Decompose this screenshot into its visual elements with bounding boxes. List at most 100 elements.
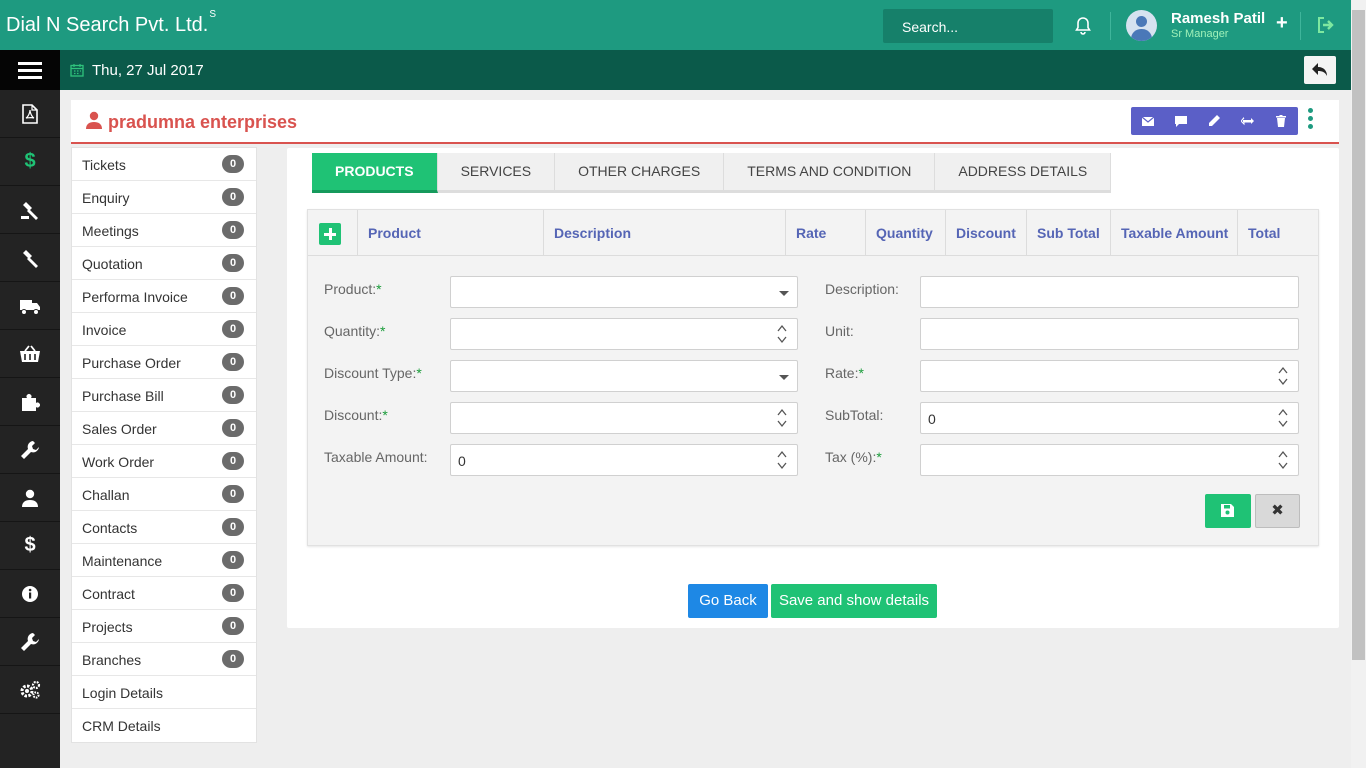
product-table-header: Product Description Rate Quantity Discou… (308, 210, 1318, 256)
record-side-menu: Tickets 0 Enquiry 0 Meetings 0 Quotation 0 P… (71, 147, 257, 743)
puzzle-icon[interactable] (0, 378, 60, 426)
discount-type-label: Discount Type:* (324, 365, 422, 381)
side-menu-item[interactable]: Work Order 0 (72, 445, 256, 478)
subtotal-input[interactable]: 0 (920, 402, 1299, 434)
spinner-icon[interactable] (777, 323, 787, 345)
edit-button[interactable] (1198, 107, 1231, 135)
side-menu-item[interactable]: Performa Invoice 0 (72, 280, 256, 313)
quantity-label: Quantity:* (324, 323, 386, 339)
delete-button[interactable] (1265, 107, 1298, 135)
tab-address-details[interactable]: ADDRESS DETAILS (935, 153, 1112, 193)
user-name[interactable]: Ramesh Patil (1171, 10, 1265, 27)
taxable-amount-label: Taxable Amount: (324, 449, 428, 465)
gavel-icon[interactable] (0, 234, 60, 282)
cancel-row-button[interactable]: ✖ (1255, 494, 1300, 528)
spinner-icon[interactable] (1278, 449, 1288, 471)
column-header: Description (543, 210, 631, 256)
current-date: Thu, 27 Jul 2017 (92, 62, 204, 79)
rate-input[interactable] (920, 360, 1299, 392)
tab-other-charges[interactable]: OTHER CHARGES (555, 153, 725, 193)
product-label: Product:* (324, 281, 382, 297)
refresh-button[interactable] (1231, 107, 1264, 135)
brand-text: Dial N Search Pvt. Ltd. (6, 14, 209, 36)
comment-icon (1175, 115, 1188, 127)
count-badge: 0 (222, 584, 244, 602)
logout-icon[interactable] (1316, 15, 1336, 35)
wrench-icon[interactable] (0, 426, 60, 474)
side-menu-item[interactable]: Branches 0 (72, 643, 256, 676)
spinner-icon[interactable] (777, 449, 787, 471)
side-menu-item[interactable]: Purchase Order 0 (72, 346, 256, 379)
tax-input[interactable] (920, 444, 1299, 476)
add-row-button[interactable] (319, 223, 341, 245)
discount-input[interactable] (450, 402, 798, 434)
spinner-icon[interactable] (1278, 407, 1288, 429)
side-menu-item[interactable]: Sales Order 0 (72, 412, 256, 445)
user-icon[interactable] (0, 474, 60, 522)
side-menu-item[interactable]: Purchase Bill 0 (72, 379, 256, 412)
column-header: Sub Total (1026, 210, 1100, 256)
file-pdf-icon[interactable] (0, 90, 60, 138)
back-button[interactable] (1304, 56, 1336, 84)
save-row-button[interactable] (1205, 494, 1251, 528)
more-options-icon[interactable] (1308, 108, 1314, 132)
tab-services[interactable]: SERVICES (437, 153, 556, 193)
menu-toggle-icon[interactable] (0, 50, 60, 90)
go-back-button[interactable]: Go Back (688, 584, 768, 618)
product-panel: Product Description Rate Quantity Discou… (307, 209, 1319, 546)
date-bar: Thu, 27 Jul 2017 (60, 50, 1351, 90)
side-menu-item[interactable]: Enquiry 0 (72, 181, 256, 214)
side-menu-item[interactable]: CRM Details (72, 709, 256, 742)
scrollbar-thumb[interactable] (1352, 10, 1365, 660)
side-menu-item[interactable]: Quotation 0 (72, 247, 256, 280)
discount-type-select[interactable] (450, 360, 798, 392)
cogs-icon[interactable] (0, 666, 60, 714)
count-badge: 0 (222, 518, 244, 536)
count-badge: 0 (222, 287, 244, 305)
main-content: PRODUCTS SERVICES OTHER CHARGES TERMS AN… (287, 148, 1339, 628)
side-menu-item[interactable]: Login Details (72, 676, 256, 709)
side-menu-item[interactable]: Meetings 0 (72, 214, 256, 247)
separator (1300, 12, 1301, 40)
truck-icon[interactable] (0, 282, 60, 330)
info-icon[interactable] (0, 570, 60, 618)
discount-label: Discount:* (324, 407, 388, 423)
side-menu-item[interactable]: Contract 0 (72, 577, 256, 610)
save-and-show-details-button[interactable]: Save and show details (771, 584, 937, 618)
product-select[interactable] (450, 276, 798, 308)
count-badge: 0 (222, 320, 244, 338)
column-header: Taxable Amount (1110, 210, 1228, 256)
bell-icon[interactable] (1073, 16, 1093, 36)
count-badge: 0 (222, 353, 244, 371)
side-menu-item[interactable]: Projects 0 (72, 610, 256, 643)
quantity-input[interactable] (450, 318, 798, 350)
count-badge: 0 (222, 650, 244, 668)
tab-products[interactable]: PRODUCTS (312, 153, 438, 193)
tab-terms-and-condition[interactable]: TERMS AND CONDITION (724, 153, 936, 193)
taxable-amount-input[interactable]: 0 (450, 444, 798, 476)
search-input[interactable]: Search... (883, 9, 1053, 43)
basket-icon[interactable] (0, 330, 60, 378)
dollar-icon[interactable]: $ (0, 522, 60, 570)
wrench-icon[interactable] (0, 618, 60, 666)
side-menu-item[interactable]: Contacts 0 (72, 511, 256, 544)
brand-title[interactable]: Dial N Search Pvt. Ltd.S (6, 9, 216, 37)
side-menu-item[interactable]: Challan 0 (72, 478, 256, 511)
spinner-icon[interactable] (777, 407, 787, 429)
add-icon[interactable]: + (1276, 12, 1288, 35)
column-header: Total (1237, 210, 1280, 256)
dollar-icon[interactable]: $ (0, 138, 60, 186)
side-menu-item[interactable]: Maintenance 0 (72, 544, 256, 577)
side-menu-item[interactable]: Tickets 0 (72, 148, 256, 181)
email-button[interactable] (1131, 107, 1164, 135)
count-badge: 0 (222, 485, 244, 503)
avatar[interactable] (1126, 10, 1157, 41)
side-menu-item[interactable]: Invoice 0 (72, 313, 256, 346)
spinner-icon[interactable] (1278, 365, 1288, 387)
gavel-icon[interactable] (0, 186, 60, 234)
unit-input[interactable] (920, 318, 1299, 350)
calendar-icon (70, 64, 84, 77)
description-input[interactable] (920, 276, 1299, 308)
comment-button[interactable] (1164, 107, 1197, 135)
count-badge: 0 (222, 221, 244, 239)
